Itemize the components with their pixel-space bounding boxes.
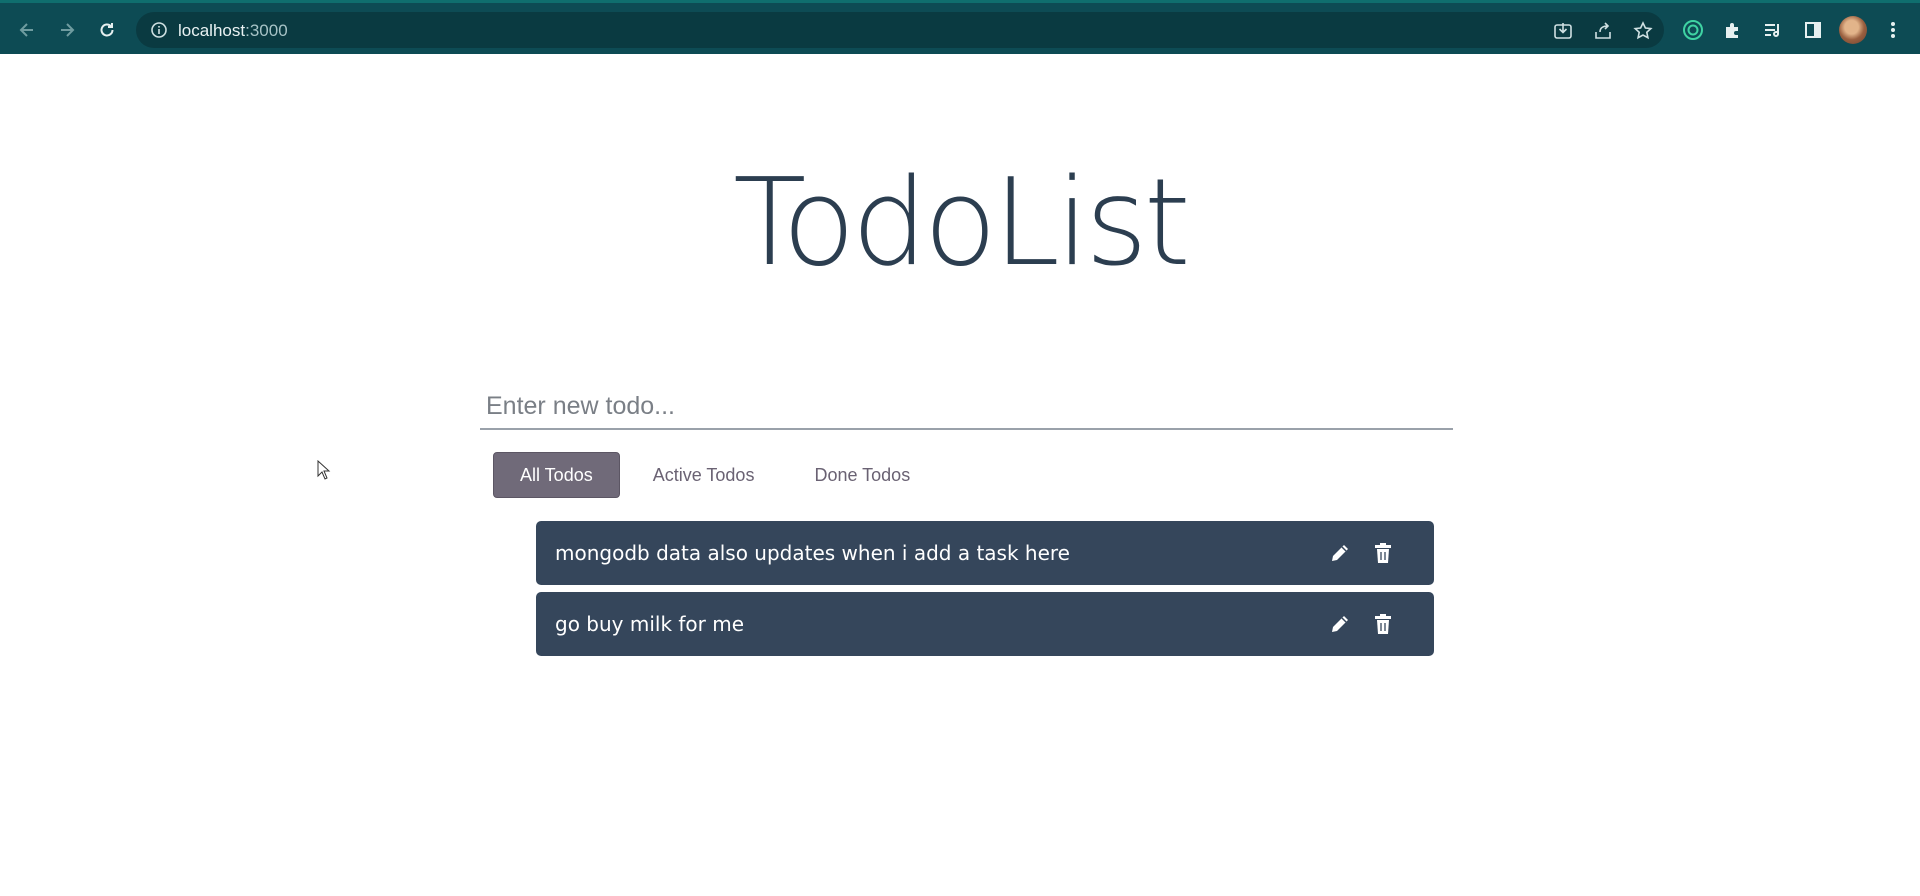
share-icon[interactable] xyxy=(1592,20,1614,42)
bookmark-star-icon[interactable] xyxy=(1632,20,1654,42)
filter-done-todos-button[interactable]: Done Todos xyxy=(787,452,937,498)
url-port: :3000 xyxy=(245,21,288,40)
reading-list-icon[interactable] xyxy=(1760,17,1786,43)
filter-active-todos-button[interactable]: Active Todos xyxy=(626,452,782,498)
page-title: TodoList xyxy=(733,154,1191,293)
address-bar[interactable]: localhost:3000 xyxy=(136,12,1664,48)
forward-icon[interactable] xyxy=(52,15,82,45)
edit-pencil-icon[interactable] xyxy=(1328,612,1352,636)
url-text: localhost:3000 xyxy=(178,21,288,41)
extension-ring-icon[interactable] xyxy=(1680,17,1706,43)
edit-pencil-icon[interactable] xyxy=(1328,541,1352,565)
filter-tabs: All Todos Active Todos Done Todos xyxy=(493,451,943,499)
page-content: TodoList All Todos Active Todos Done Tod… xyxy=(0,54,1920,896)
mouse-cursor-icon xyxy=(317,459,331,480)
more-menu-icon[interactable] xyxy=(1880,17,1906,43)
side-panel-icon[interactable] xyxy=(1800,17,1826,43)
todo-item[interactable]: go buy milk for me xyxy=(536,592,1434,656)
delete-trash-icon[interactable] xyxy=(1371,612,1395,636)
todo-list: mongodb data also updates when i add a t… xyxy=(536,521,1434,663)
reload-icon[interactable] xyxy=(92,15,122,45)
todo-item[interactable]: mongodb data also updates when i add a t… xyxy=(536,521,1434,585)
puzzle-extensions-icon[interactable] xyxy=(1720,17,1746,43)
info-icon[interactable] xyxy=(150,21,168,39)
new-todo-input[interactable] xyxy=(480,384,1453,430)
todo-text: mongodb data also updates when i add a t… xyxy=(555,541,1070,565)
install-icon[interactable] xyxy=(1552,20,1574,42)
filter-all-todos-button[interactable]: All Todos xyxy=(493,452,620,498)
url-host: localhost xyxy=(178,21,246,40)
profile-avatar[interactable] xyxy=(1839,16,1867,44)
delete-trash-icon[interactable] xyxy=(1371,541,1395,565)
todo-text: go buy milk for me xyxy=(555,612,745,636)
browser-toolbar: localhost:3000 xyxy=(0,0,1920,54)
back-icon[interactable] xyxy=(12,15,42,45)
